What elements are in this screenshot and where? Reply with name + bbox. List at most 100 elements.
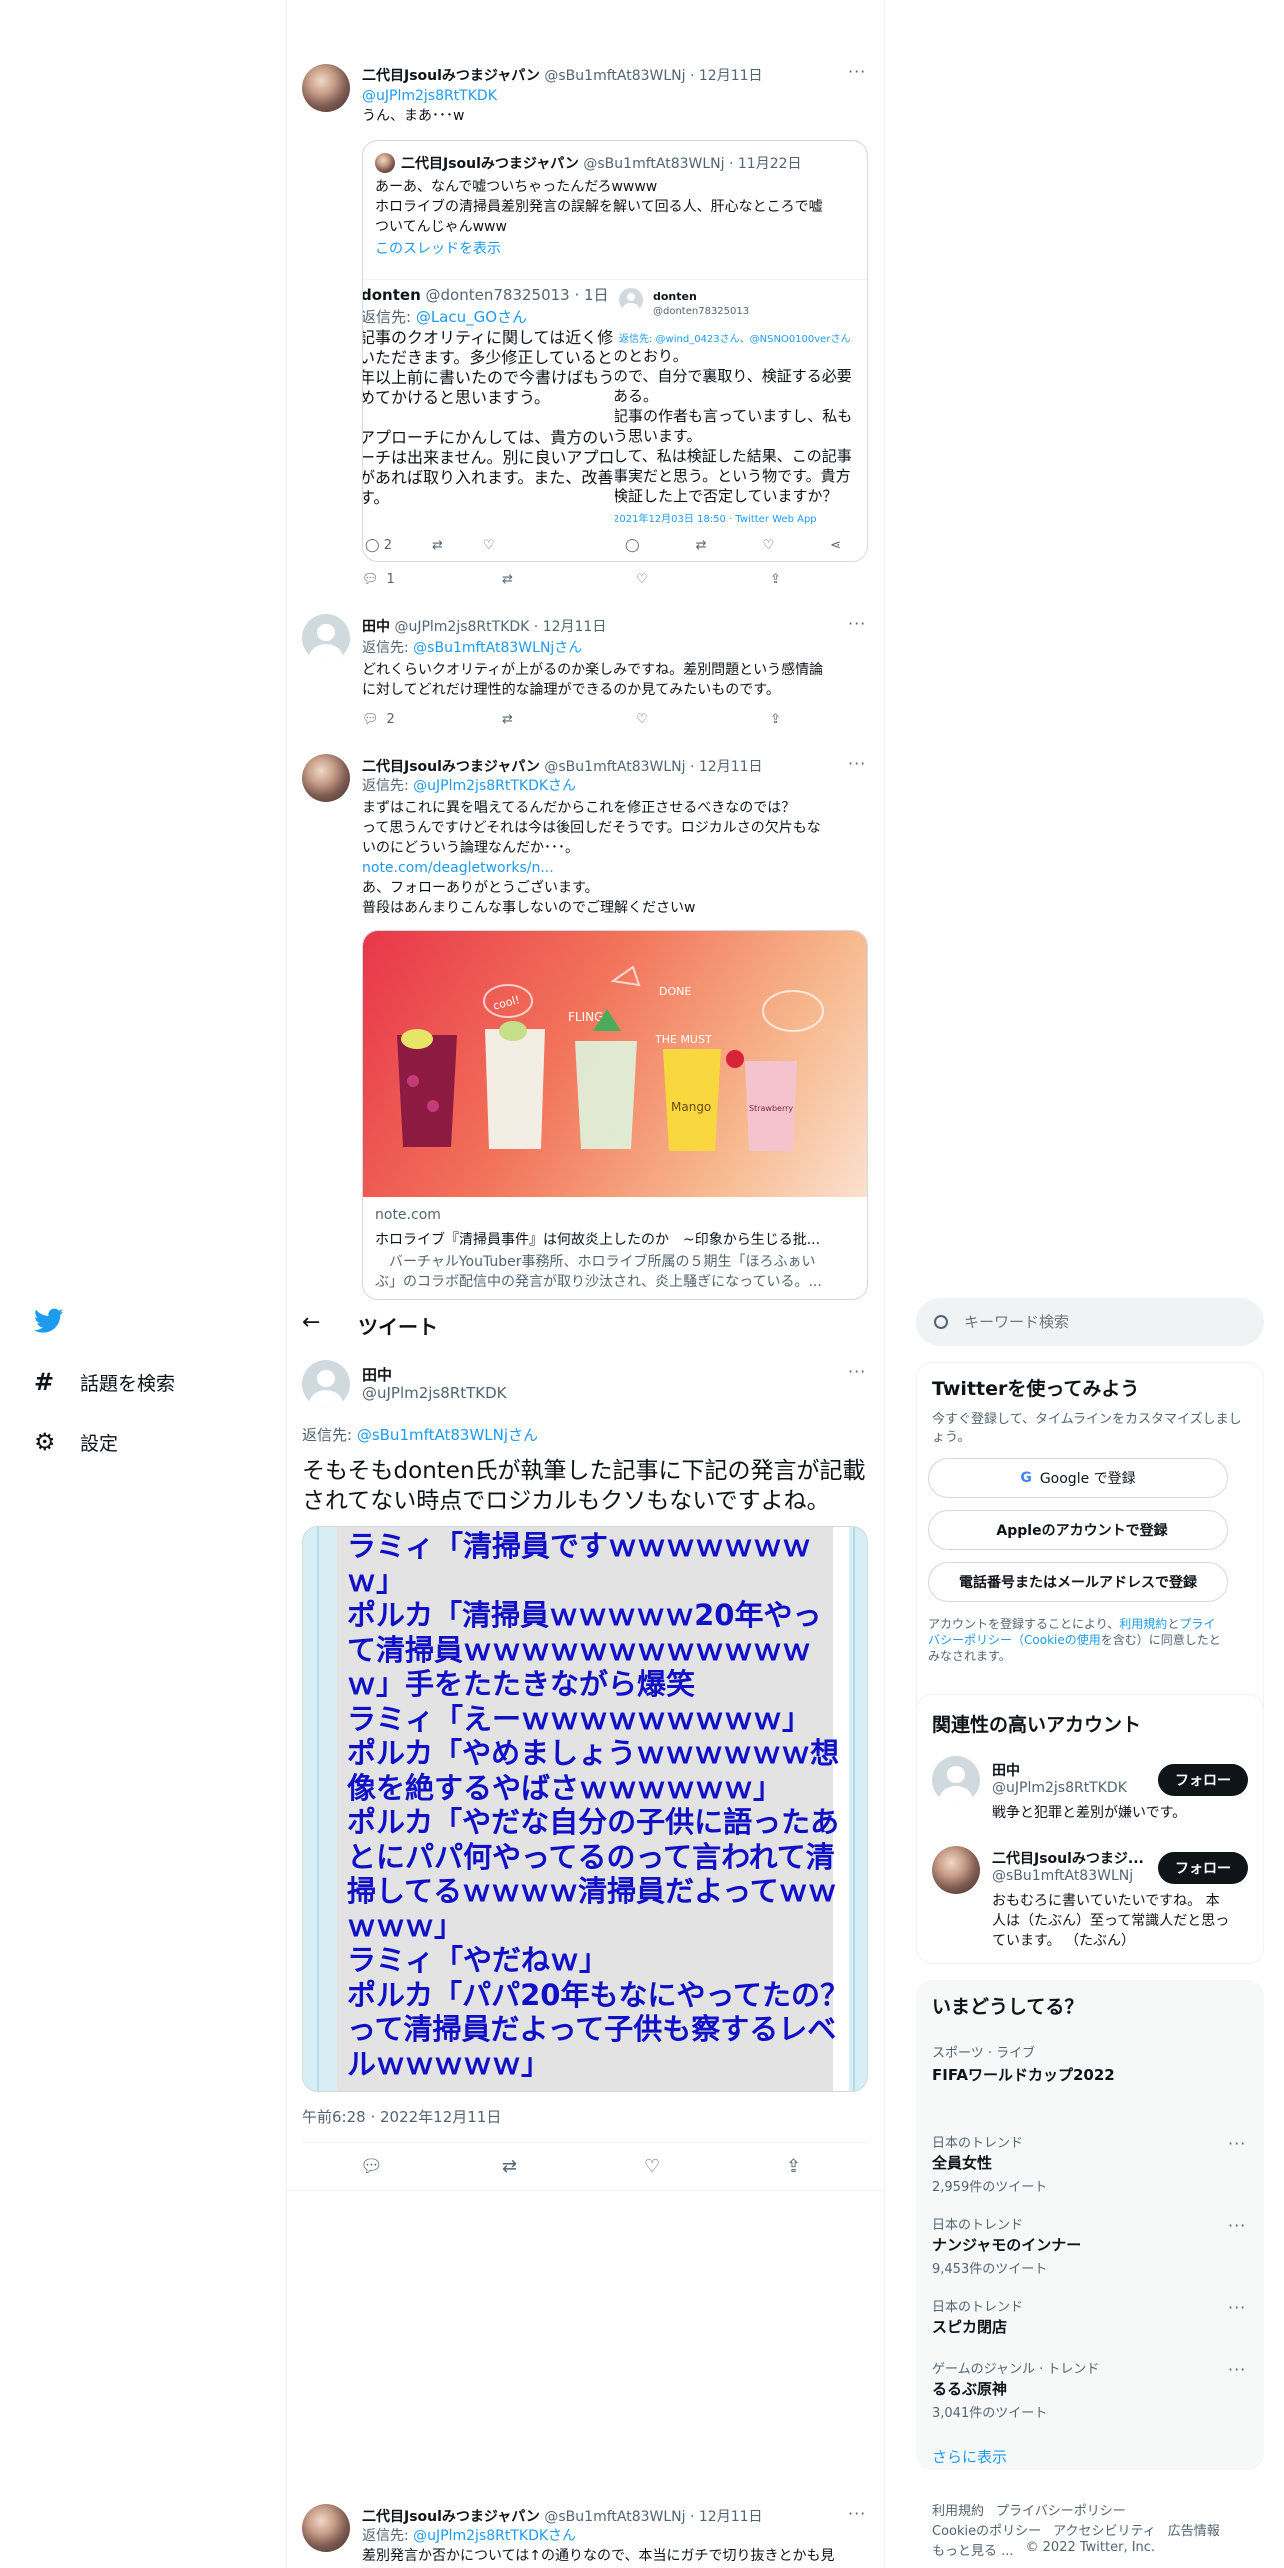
share-button[interactable]: ⇪ — [786, 2156, 801, 2177]
privacy-link[interactable]: バシーポリシー（ — [928, 1633, 1024, 1647]
reply-to-link[interactable]: @uJPlm2js8RtTKDKさん — [413, 778, 576, 794]
tweet-date[interactable]: · 12月11日 — [534, 619, 607, 635]
text-line: って清掃員だよって子供も察するレベ — [347, 2012, 837, 2046]
footer-link[interactable]: プライバシーポリシー — [996, 2500, 1126, 2519]
show-thread-link[interactable]: このスレッドを表示 — [375, 239, 501, 259]
account-name[interactable]: 二代目Jsoulみつまジ... — [992, 1848, 1144, 1868]
tweet-text: あ、フォローありがとうございます。 — [362, 880, 599, 896]
more-icon[interactable]: ··· — [848, 754, 866, 773]
gear-icon: ⚙ — [34, 1428, 56, 1456]
footer-link[interactable]: 利用規約 — [932, 2500, 984, 2519]
reply-to-link[interactable]: @sBu1mftAt83WLNjさん — [357, 1426, 538, 1444]
search-box[interactable] — [916, 1298, 1264, 1346]
trend-name: 全員女性 — [932, 2154, 993, 2172]
nav-settings-label: 設定 — [80, 1432, 119, 1455]
account-handle[interactable]: @uJPlm2js8RtTKDK — [992, 1780, 1127, 1796]
reply-button[interactable]: 💬︎ 2 — [362, 712, 395, 727]
retweet-icon: ⇄ — [502, 2156, 518, 2177]
tweet-link[interactable]: note.com/deagletworks/n... — [362, 858, 554, 878]
share-icon: ⇪ — [770, 712, 781, 727]
reply-to-link[interactable]: @sBu1mftAt83WLNjさん — [413, 640, 582, 656]
account-handle[interactable]: @sBu1mftAt83WLNj — [992, 1868, 1133, 1884]
tweet-image[interactable]: ラミィ「清掃員ですｗｗｗｗｗｗｗ ｗ」 ポルカ「清掃員ｗｗｗｗｗ20年やっ て清掃員ｗ… — [302, 1526, 868, 2092]
follow-button[interactable]: フォロー — [1158, 1852, 1248, 1884]
follow-button[interactable]: フォロー — [1158, 1764, 1248, 1796]
avatar[interactable] — [932, 1756, 980, 1804]
avatar[interactable] — [302, 614, 350, 662]
author-name[interactable]: 二代目Jsoulみつまジャパン — [362, 2509, 540, 2525]
text-line: ポルカ「清掃員ｗｗｗｗｗ20年やっ — [347, 1598, 822, 1632]
like-button[interactable]: ♡ — [636, 572, 648, 587]
author-name[interactable]: 田中 — [362, 1364, 392, 1385]
more-icon[interactable]: ··· — [1228, 2134, 1246, 2153]
terms-link[interactable]: 利用規約 — [1119, 1617, 1167, 1631]
author-handle[interactable]: @sBu1mftAt83WLNj — [544, 759, 685, 775]
nav-explore[interactable]: # 話題を検索 — [34, 1368, 175, 1396]
search-input[interactable] — [964, 1313, 1224, 1331]
like-button[interactable]: ♡ — [644, 2156, 660, 2177]
author-name[interactable]: 田中 — [362, 619, 390, 635]
footer-links: 利用規約 プライバシーポリシー — [932, 2500, 1126, 2519]
tweet-date[interactable]: · 12月11日 — [690, 68, 763, 84]
back-arrow-icon[interactable]: ← — [302, 1310, 320, 1335]
show-more-link[interactable]: さらに表示 — [932, 2446, 1007, 2467]
retweet-button[interactable]: ⇄ — [502, 2156, 517, 2177]
author-handle[interactable]: @sBu1mftAt83WLNj — [544, 2509, 685, 2525]
retweet-icon: ⇄ — [502, 572, 513, 587]
screenshot-text: 記事のクオリティに関しては近く修 いただきます。多少修正していると 年以上前に書いた… — [363, 328, 615, 508]
hashtag-icon: # — [34, 1368, 55, 1396]
google-signup-button[interactable]: G Google で登録 — [928, 1458, 1228, 1498]
trend-count: 9,453件のツイート — [932, 2262, 1048, 2277]
like-button[interactable]: ♡ — [636, 712, 648, 727]
reply-button[interactable]: 💬︎ 1 — [362, 572, 395, 587]
retweet-button[interactable]: ⇄ — [502, 572, 513, 587]
share-button[interactable]: ⇪ — [770, 572, 781, 587]
phone-signup-button[interactable]: 電話番号またはメールアドレスで登録 — [928, 1562, 1228, 1602]
author-handle[interactable]: @sBu1mftAt83WLNj — [544, 68, 685, 84]
reply-to-link[interactable]: @uJPlm2js8RtTKDKさん — [413, 2528, 576, 2544]
author-name[interactable]: 二代目Jsoulみつまジャパン — [362, 759, 540, 775]
author-handle[interactable]: @uJPlm2js8RtTKDK — [362, 1384, 507, 1402]
author-handle[interactable]: @uJPlm2js8RtTKDK — [394, 619, 529, 635]
quote-tweet-card[interactable]: 二代目Jsoulみつまジャパン @sBu1mftAt83WLNj · 11月22… — [362, 140, 868, 562]
account-name[interactable]: 田中 — [992, 1760, 1020, 1780]
tweet-date[interactable]: · 12月11日 — [690, 2509, 763, 2525]
link-card[interactable]: cool! THE MUST FLING! DONE Mango Strawbe… — [362, 930, 868, 1300]
more-icon[interactable]: ··· — [1228, 2298, 1246, 2317]
quote-screenshot: donten @donten78325013 · 1日 返信先: @Lacu_G… — [363, 279, 615, 561]
twitter-logo[interactable] — [33, 1308, 64, 1338]
cookie-link[interactable]: Cookieの使用 — [1024, 1633, 1101, 1647]
share-icon: ⇪ — [770, 572, 781, 587]
text-line: ラミィ「えーｗｗｗｗｗｗｗｗｗ」 — [347, 1701, 812, 1736]
footer-link[interactable]: アクセシビリティ — [1053, 2520, 1156, 2539]
nav-settings[interactable]: ⚙ 設定 — [34, 1428, 118, 1456]
avatar[interactable] — [932, 1846, 980, 1894]
footer-link[interactable]: Cookieのポリシー — [932, 2520, 1041, 2539]
tweet-date[interactable]: · 12月11日 — [690, 759, 763, 775]
avatar[interactable] — [302, 1360, 350, 1408]
avatar[interactable] — [302, 2504, 350, 2552]
avatar[interactable] — [302, 64, 350, 112]
tweet-text: 普段はあんまりこんな事しないのでご理解くださいw — [362, 900, 696, 916]
retweet-button[interactable]: ⇄ — [502, 712, 513, 727]
tweet-timestamp[interactable]: 午前6:28 · 2022年12月11日 — [302, 2106, 501, 2127]
text-line: て清掃員ｗｗｗｗｗｗｗｗｗｗｗｗ — [347, 1632, 812, 1667]
author-name[interactable]: 二代目Jsoulみつまジャパン — [362, 68, 540, 84]
share-button[interactable]: ⇪ — [770, 712, 781, 727]
more-icon[interactable]: ··· — [848, 2504, 866, 2523]
more-icon[interactable]: ··· — [1228, 2360, 1246, 2379]
reply-button[interactable]: 💬︎ — [360, 2156, 383, 2177]
more-icon[interactable]: ··· — [1228, 2216, 1246, 2235]
footer-more-link[interactable]: もっと見る ... — [932, 2540, 1014, 2559]
apple-signup-button[interactable]: Appleのアカウントで登録 — [928, 1510, 1228, 1550]
tweet-text: って思うんですけどそれは今は後回しだそうです。ロジカルさの欠片もな — [362, 820, 821, 836]
reply-prefix: 返信先: — [362, 2528, 414, 2544]
more-icon[interactable]: ··· — [848, 614, 866, 633]
privacy-link[interactable]: プライ — [1179, 1617, 1215, 1631]
mention-link[interactable]: @uJPlm2js8RtTKDK — [362, 86, 497, 106]
more-icon[interactable]: ··· — [848, 1362, 866, 1381]
more-icon[interactable]: ··· — [848, 62, 866, 81]
footer-link[interactable]: 広告情報 — [1168, 2520, 1220, 2539]
quote-text: ついてんじゃんwww — [375, 219, 507, 235]
avatar[interactable] — [302, 754, 350, 802]
